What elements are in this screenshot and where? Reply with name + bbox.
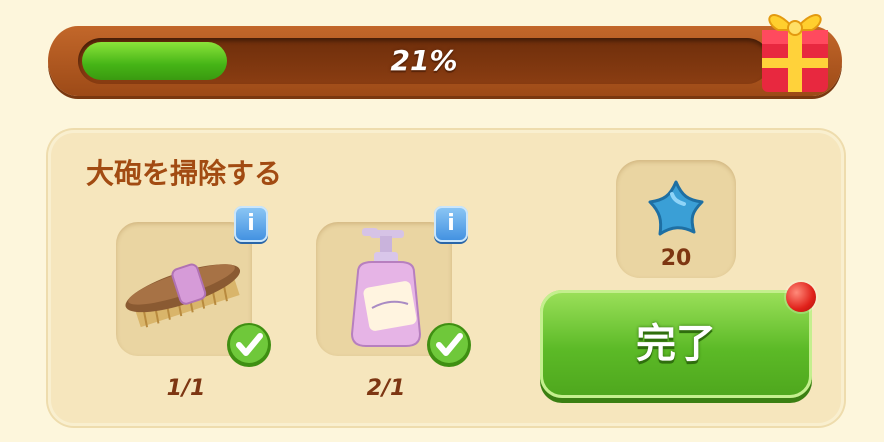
progress-bar: 21% bbox=[78, 38, 770, 84]
reward-amount: 20 bbox=[660, 246, 692, 271]
gift-box-icon[interactable] bbox=[752, 0, 836, 96]
complete-button[interactable]: 完了 bbox=[540, 290, 812, 398]
progress-percent: 21% bbox=[390, 44, 458, 77]
notification-dot bbox=[786, 282, 816, 312]
checkmark-icon bbox=[427, 323, 471, 367]
info-button-soap[interactable]: i bbox=[434, 206, 468, 242]
item-count-brush: 1/1 bbox=[166, 376, 206, 401]
task-title: 大砲を掃除する bbox=[86, 157, 283, 190]
complete-button-label: 完了 bbox=[636, 321, 716, 367]
info-button-brush[interactable]: i bbox=[234, 206, 268, 242]
item-count-soap: 2/1 bbox=[366, 376, 406, 401]
checkmark-icon bbox=[227, 323, 271, 367]
blue-star-icon bbox=[648, 180, 704, 236]
